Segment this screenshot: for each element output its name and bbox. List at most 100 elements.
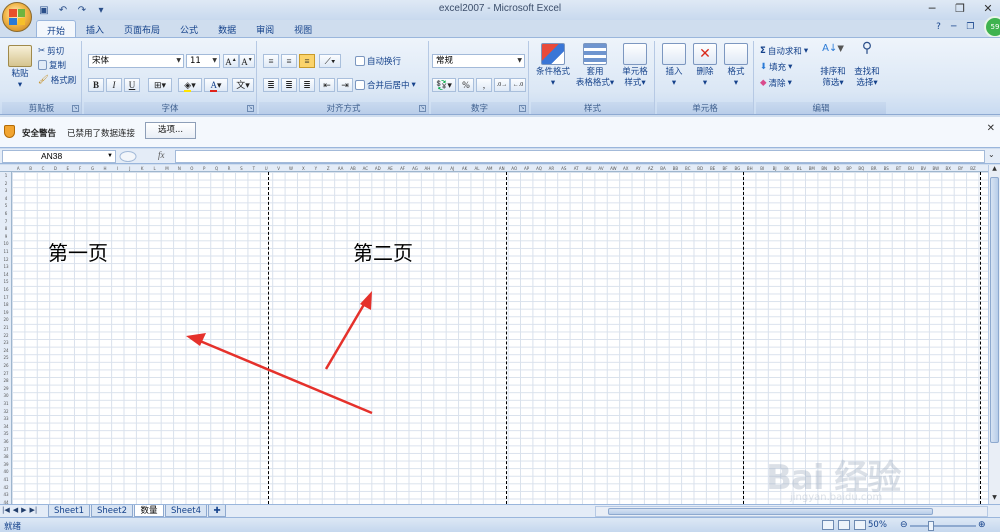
insert-cells-button[interactable]: 插入 ▾: [659, 43, 689, 89]
cell-styles-button[interactable]: 单元格 样式▾: [617, 43, 653, 89]
shrink-font-button[interactable]: A▼: [239, 54, 255, 68]
tab-data[interactable]: 数据: [208, 20, 246, 37]
format-cells-button[interactable]: 格式 ▾: [721, 43, 751, 89]
worksheet-grid[interactable]: A B C D E F G H I J K L M N O P Q R S T U V W X Y Z AA AB AC AD AE AF AG…: [0, 165, 988, 504]
find-select-label-2: 选择: [856, 78, 874, 88]
wrap-text-button[interactable]: 自动换行: [355, 55, 401, 67]
tab-formulas[interactable]: 公式: [170, 20, 208, 37]
copy-icon: [38, 60, 47, 70]
tab-review[interactable]: 审阅: [246, 20, 284, 37]
zoom-level[interactable]: 50%: [868, 520, 887, 530]
page-break-view-icon[interactable]: [854, 520, 866, 530]
tab-insert[interactable]: 插入: [76, 20, 114, 37]
help-icon[interactable]: ?: [936, 22, 941, 32]
zoom-in-icon[interactable]: ⊕: [978, 520, 986, 530]
clear-button[interactable]: ◆ 清除 ▾: [760, 77, 792, 89]
copy-button[interactable]: 复制: [38, 59, 66, 71]
zoom-out-icon[interactable]: ⊖: [900, 520, 908, 530]
ribbon-minimize-icon[interactable]: ─: [951, 22, 956, 32]
close-button[interactable]: ✕: [982, 2, 994, 15]
expand-formula-icon[interactable]: ⌄: [988, 150, 998, 162]
tab-page-layout[interactable]: 页面布局: [114, 20, 170, 37]
page-layout-view-icon[interactable]: [838, 520, 850, 530]
shield-icon: [4, 125, 15, 138]
prev-sheet-icon[interactable]: ◀: [13, 506, 18, 514]
find-select-button[interactable]: ⚲ 查找和 选择▾: [850, 41, 884, 89]
orientation-button[interactable]: ⟋▾: [319, 54, 341, 68]
borders-button[interactable]: ⊞▾: [148, 78, 172, 92]
align-middle-button[interactable]: ≡: [281, 54, 297, 68]
insert-sheet-button[interactable]: ✚: [208, 505, 226, 517]
autosum-button[interactable]: Σ 自动求和 ▾: [760, 45, 808, 57]
sheet-tab-sheet1[interactable]: Sheet1: [48, 505, 90, 517]
tab-home[interactable]: 开始: [36, 20, 77, 37]
align-bottom-button[interactable]: ≡: [299, 54, 315, 68]
fill-button[interactable]: ⬇ 填充 ▾: [760, 61, 792, 73]
number-launcher-icon[interactable]: ↘: [519, 105, 526, 112]
restore-button[interactable]: ❐: [954, 2, 966, 15]
office-button[interactable]: [2, 2, 32, 32]
tab-view[interactable]: 视图: [284, 20, 322, 37]
font-color-button[interactable]: A▾: [204, 78, 228, 92]
normal-view-icon[interactable]: [822, 520, 834, 530]
accounting-format-button[interactable]: 💱▾: [432, 78, 456, 92]
zoom-knob[interactable]: [928, 521, 934, 531]
alignment-group-label: 对齐方式: [259, 102, 428, 114]
sort-filter-button[interactable]: A↓▼ 排序和 筛选▾: [816, 43, 850, 89]
phonetic-button[interactable]: 文▾: [232, 78, 254, 92]
underline-button[interactable]: U: [124, 78, 140, 92]
formula-input[interactable]: [175, 150, 985, 163]
horizontal-scroll-thumb[interactable]: [608, 508, 933, 515]
security-options-button[interactable]: 选项...: [145, 122, 196, 139]
align-top-button[interactable]: ≡: [263, 54, 279, 68]
increase-indent-button[interactable]: ⇥: [337, 78, 353, 92]
increase-decimal-button[interactable]: .0→: [494, 78, 510, 92]
zoom-slider[interactable]: ⊖ ⊕: [900, 520, 986, 531]
close-icon[interactable]: ✕: [987, 123, 995, 134]
formula-resize-handle[interactable]: [118, 150, 174, 163]
italic-button[interactable]: I: [106, 78, 122, 92]
vertical-scrollbar[interactable]: ▲ ▼: [988, 165, 1000, 504]
font-name-select[interactable]: 宋体 ▼: [88, 54, 184, 68]
delete-cells-button[interactable]: ✕ 删除 ▾: [690, 43, 720, 89]
paste-button[interactable]: 粘贴 ▾: [6, 45, 34, 91]
first-sheet-icon[interactable]: |◀: [2, 506, 10, 514]
next-sheet-icon[interactable]: ▶: [21, 506, 26, 514]
format-as-table-button[interactable]: 套用 表格格式▾: [573, 43, 617, 89]
merge-center-button[interactable]: 合并后居中 ▾: [355, 79, 416, 91]
comma-button[interactable]: ,: [476, 78, 492, 92]
scroll-up-icon[interactable]: ▲: [989, 165, 1000, 175]
format-painter-button[interactable]: 🖌 格式刷: [38, 74, 76, 86]
decrease-indent-button[interactable]: ⇤: [319, 78, 335, 92]
sheet-tab-quantity[interactable]: 数量: [134, 505, 164, 517]
grow-font-button[interactable]: A▲: [223, 54, 239, 68]
align-center-button[interactable]: ≣: [281, 78, 297, 92]
number-format-select[interactable]: 常规 ▼: [432, 54, 525, 68]
fill-color-button[interactable]: ◈▾: [178, 78, 202, 92]
clipboard-launcher-icon[interactable]: ↘: [72, 105, 79, 112]
horizontal-scrollbar[interactable]: [595, 506, 988, 517]
chevron-down-icon: ▼: [212, 57, 217, 64]
percent-button[interactable]: %: [458, 78, 474, 92]
vertical-scroll-thumb[interactable]: [990, 177, 999, 443]
last-sheet-icon[interactable]: ▶|: [30, 506, 38, 514]
alignment-group: ≡ ≡ ≡ ⟋▾ 自动换行 ≣ ≣ ≣ ⇤ ⇥ 合并后居中 ▾ 对齐方式 ↘: [259, 41, 429, 114]
decrease-decimal-button[interactable]: ←.0: [510, 78, 526, 92]
sheet-tab-sheet2[interactable]: Sheet2: [91, 505, 133, 517]
align-left-button[interactable]: ≣: [263, 78, 279, 92]
align-right-button[interactable]: ≣: [299, 78, 315, 92]
sheet-tab-sheet4[interactable]: Sheet4: [165, 505, 207, 517]
minimize-button[interactable]: ─: [926, 2, 938, 15]
cut-button[interactable]: ✂ 剪切: [38, 45, 64, 57]
insert-function-button[interactable]: fx: [158, 150, 165, 160]
alignment-launcher-icon[interactable]: ↘: [419, 105, 426, 112]
formula-handle-icon: [119, 151, 137, 162]
name-box[interactable]: AN38 ▼: [2, 150, 116, 163]
status-bar: 就绪 50% ⊖ ⊕: [0, 517, 1000, 532]
bold-button[interactable]: B: [88, 78, 104, 92]
font-launcher-icon[interactable]: ↘: [247, 105, 254, 112]
scroll-down-icon[interactable]: ▼: [989, 494, 1000, 504]
ribbon-restore-icon[interactable]: ❐: [966, 22, 974, 32]
conditional-formatting-button[interactable]: 条件格式 ▾: [533, 43, 573, 89]
font-size-select[interactable]: 11 ▼: [186, 54, 220, 68]
